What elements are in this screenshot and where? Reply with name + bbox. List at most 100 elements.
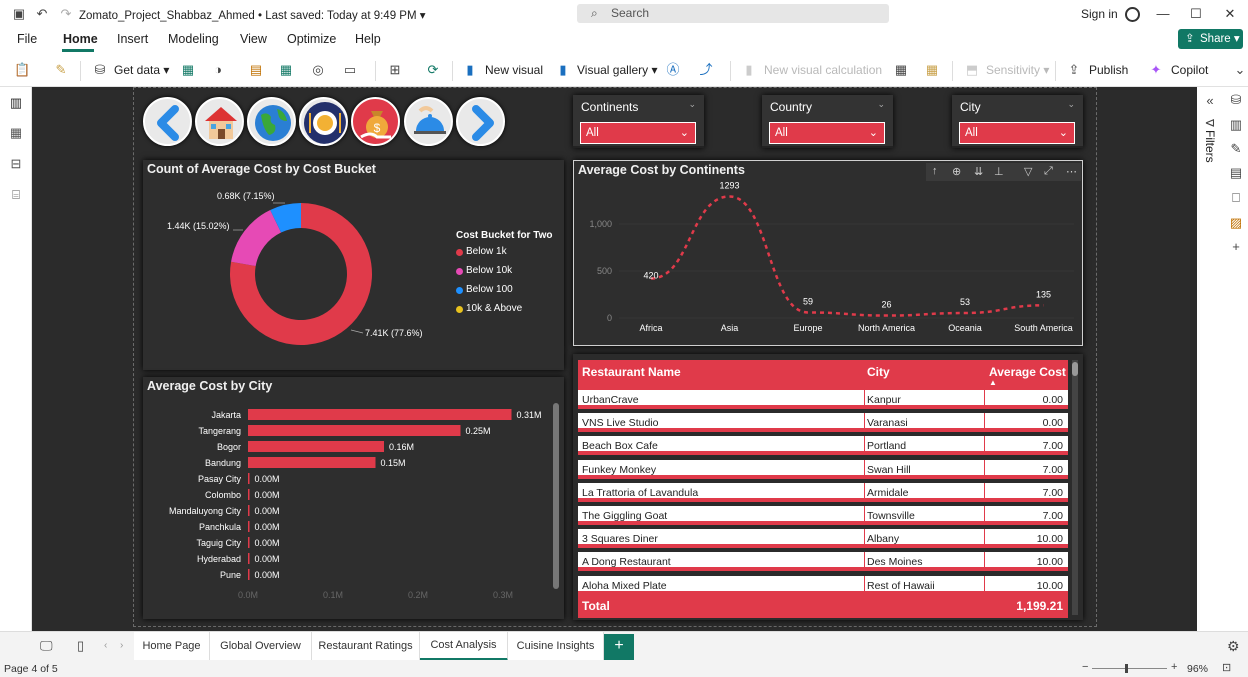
tab-global-overview[interactable]: Global Overview bbox=[210, 632, 312, 661]
paste-icon[interactable]: 📋 bbox=[14, 62, 30, 78]
table-row[interactable]: UrbanCrave Kanpur 0.00 bbox=[578, 390, 1068, 409]
nav-global-button[interactable] bbox=[247, 97, 296, 146]
column-header[interactable]: Average Cost bbox=[989, 365, 1066, 379]
data-pane-icon[interactable]: ⛁ bbox=[1228, 92, 1244, 108]
ribbon-collapse-icon[interactable]: ⌄ bbox=[1232, 62, 1248, 78]
sensitivity-button[interactable]: Sensitivity ▾ bbox=[986, 63, 1049, 77]
data-fields-icon[interactable]: ▤ bbox=[1228, 165, 1244, 181]
table-view-icon[interactable]: ▦ bbox=[8, 125, 24, 141]
add-pane-icon[interactable]: + bbox=[1228, 239, 1244, 255]
table-row[interactable]: Aloha Mixed Plate Rest of Hawaii 10.00 bbox=[578, 575, 1068, 595]
model-view-icon[interactable]: ⊟ bbox=[8, 156, 24, 172]
table-row[interactable]: The Giggling Goat Townsville 7.00 bbox=[578, 506, 1068, 525]
add-page-button[interactable]: + bbox=[604, 634, 634, 660]
column-header[interactable]: City bbox=[867, 365, 890, 379]
sql-icon[interactable]: ▤ bbox=[248, 62, 264, 78]
donut-visual[interactable]: Count of Average Cost by Cost Bucket 0.6… bbox=[143, 160, 564, 370]
table-scrollbar-thumb[interactable] bbox=[1072, 362, 1078, 376]
category-label: Bogor bbox=[217, 442, 241, 452]
table-row[interactable]: Funkey Monkey Swan Hill 7.00 bbox=[578, 459, 1068, 479]
zoom-slider-thumb[interactable] bbox=[1125, 664, 1128, 673]
line-visual[interactable]: Average Cost by Continents ↑ ⊕ ⇊ ⊥ ▽ ⤢ ⋯… bbox=[573, 160, 1083, 346]
table-row[interactable]: 3 Squares Diner Albany 10.00 bbox=[578, 529, 1068, 549]
bar-visual[interactable]: Average Cost by City 0.0M 0.1M 0.2M 0.3M Jak… bbox=[143, 377, 564, 619]
desktop-view-icon[interactable]: 🖵 bbox=[40, 638, 53, 654]
country-dropdown[interactable]: All ⌄ bbox=[769, 122, 885, 144]
menu-view[interactable]: View bbox=[240, 32, 267, 46]
table-row[interactable]: VNS Live Studio Varanasi 0.00 bbox=[578, 413, 1068, 433]
sign-in-link[interactable]: Sign in bbox=[1081, 7, 1141, 23]
get-data-button[interactable]: Get data ▾ bbox=[114, 63, 169, 77]
nav-forward-button[interactable] bbox=[456, 97, 505, 146]
collapse-filters-icon[interactable]: « bbox=[1202, 93, 1218, 109]
search-box[interactable]: ⌕ Search bbox=[577, 4, 889, 23]
filters-pane-label[interactable]: Filters bbox=[1203, 130, 1217, 163]
slicer-label: City bbox=[960, 100, 981, 114]
dataverse-icon[interactable]: ◎ bbox=[310, 62, 326, 78]
dax-query-view-icon[interactable]: ⌸ bbox=[8, 187, 24, 203]
enter-data-icon[interactable]: ▦ bbox=[278, 62, 294, 78]
nav-ratings-button[interactable] bbox=[299, 97, 348, 146]
new-visual-button[interactable]: New visual bbox=[485, 63, 543, 77]
redo-icon[interactable]: ↷ bbox=[58, 6, 74, 22]
share-button[interactable]: ⇪ Share ▾ bbox=[1178, 29, 1243, 49]
more-visuals-icon[interactable]: ⤴ bbox=[698, 62, 714, 78]
document-title[interactable]: Zomato_Project_Shabbaz_Ahmed • Last save… bbox=[79, 8, 426, 22]
scrollbar[interactable] bbox=[553, 403, 559, 589]
menu-modeling[interactable]: Modeling bbox=[168, 32, 219, 46]
nav-cost-button[interactable]: $ bbox=[351, 97, 400, 146]
zoom-slider[interactable] bbox=[1092, 664, 1167, 673]
recent-sources-icon[interactable]: ▭ bbox=[342, 62, 358, 78]
format-painter-icon[interactable]: ✎ bbox=[53, 62, 69, 78]
visualizations-pane-icon[interactable]: ▥ bbox=[1228, 117, 1244, 133]
mobile-view-icon[interactable]: ▯ bbox=[77, 638, 84, 654]
undo-icon[interactable]: ↶ bbox=[34, 6, 50, 22]
quick-measure-icon[interactable]: ▦ bbox=[924, 62, 940, 78]
bookmark-icon[interactable]: ⎕ bbox=[1228, 190, 1244, 206]
nav-home-button[interactable] bbox=[195, 97, 244, 146]
value-label: 0.15M bbox=[381, 458, 406, 468]
excel-icon[interactable]: ▦ bbox=[180, 62, 196, 78]
city-cell: Townsville bbox=[867, 510, 915, 522]
nav-cuisine-button[interactable] bbox=[404, 97, 453, 146]
nav-back-button[interactable] bbox=[143, 97, 192, 146]
zoom-out-icon[interactable]: − bbox=[1082, 661, 1088, 673]
zoom-in-icon[interactable]: + bbox=[1171, 661, 1177, 673]
text-box-icon[interactable]: Ⓐ bbox=[665, 62, 681, 78]
fit-to-page-icon[interactable]: ⊡ bbox=[1222, 661, 1231, 674]
refresh-icon[interactable]: ⟳ bbox=[425, 62, 441, 78]
publish-button[interactable]: Publish bbox=[1089, 63, 1128, 77]
settings-gear-icon[interactable]: ⚙ bbox=[1227, 638, 1240, 655]
minimize-button[interactable]: — bbox=[1152, 4, 1174, 24]
table-row[interactable]: A Dong Restaurant Des Moines 10.00 bbox=[578, 552, 1068, 572]
close-button[interactable]: ✕ bbox=[1219, 4, 1241, 24]
tab-home-page[interactable]: Home Page bbox=[134, 632, 210, 661]
visual-gallery-button[interactable]: Visual gallery ▾ bbox=[577, 63, 658, 77]
tab-restaurant-ratings[interactable]: Restaurant Ratings bbox=[312, 632, 420, 661]
tab-cuisine-insights[interactable]: Cuisine Insights bbox=[508, 632, 604, 661]
table-row[interactable]: Beach Box Cafe Portland 7.00 bbox=[578, 436, 1068, 456]
tab-scroll-left-icon[interactable]: ‹ bbox=[104, 640, 107, 651]
onelake-icon[interactable]: ◑ bbox=[210, 62, 226, 78]
transform-data-icon[interactable]: ⊞ bbox=[387, 62, 403, 78]
continents-dropdown[interactable]: All ⌄ bbox=[580, 122, 696, 144]
new-measure-icon[interactable]: ▦ bbox=[893, 62, 909, 78]
menu-file[interactable]: File bbox=[17, 32, 37, 46]
save-icon[interactable]: ▣ bbox=[11, 6, 27, 22]
column-header[interactable]: Restaurant Name bbox=[582, 365, 681, 379]
menu-home[interactable]: Home bbox=[63, 32, 98, 46]
maximize-button[interactable]: ☐ bbox=[1185, 4, 1207, 24]
menu-help[interactable]: Help bbox=[355, 32, 381, 46]
tab-cost-analysis[interactable]: Cost Analysis bbox=[420, 632, 508, 661]
menu-insert[interactable]: Insert bbox=[117, 32, 148, 46]
new-visual-calculation-button[interactable]: New visual calculation bbox=[764, 63, 882, 77]
city-dropdown[interactable]: All ⌄ bbox=[959, 122, 1075, 144]
svg-text:$: $ bbox=[374, 121, 381, 135]
report-view-icon[interactable]: ▥ bbox=[8, 95, 24, 111]
format-pane-icon[interactable]: ✎ bbox=[1228, 141, 1244, 157]
table-row[interactable]: La Trattoria of Lavandula Armidale 7.00 bbox=[578, 482, 1068, 502]
menu-optimize[interactable]: Optimize bbox=[287, 32, 336, 46]
copilot-button[interactable]: Copilot bbox=[1171, 63, 1208, 77]
tab-scroll-right-icon[interactable]: › bbox=[120, 640, 123, 651]
selection-pane-icon[interactable]: ▨ bbox=[1228, 215, 1244, 231]
